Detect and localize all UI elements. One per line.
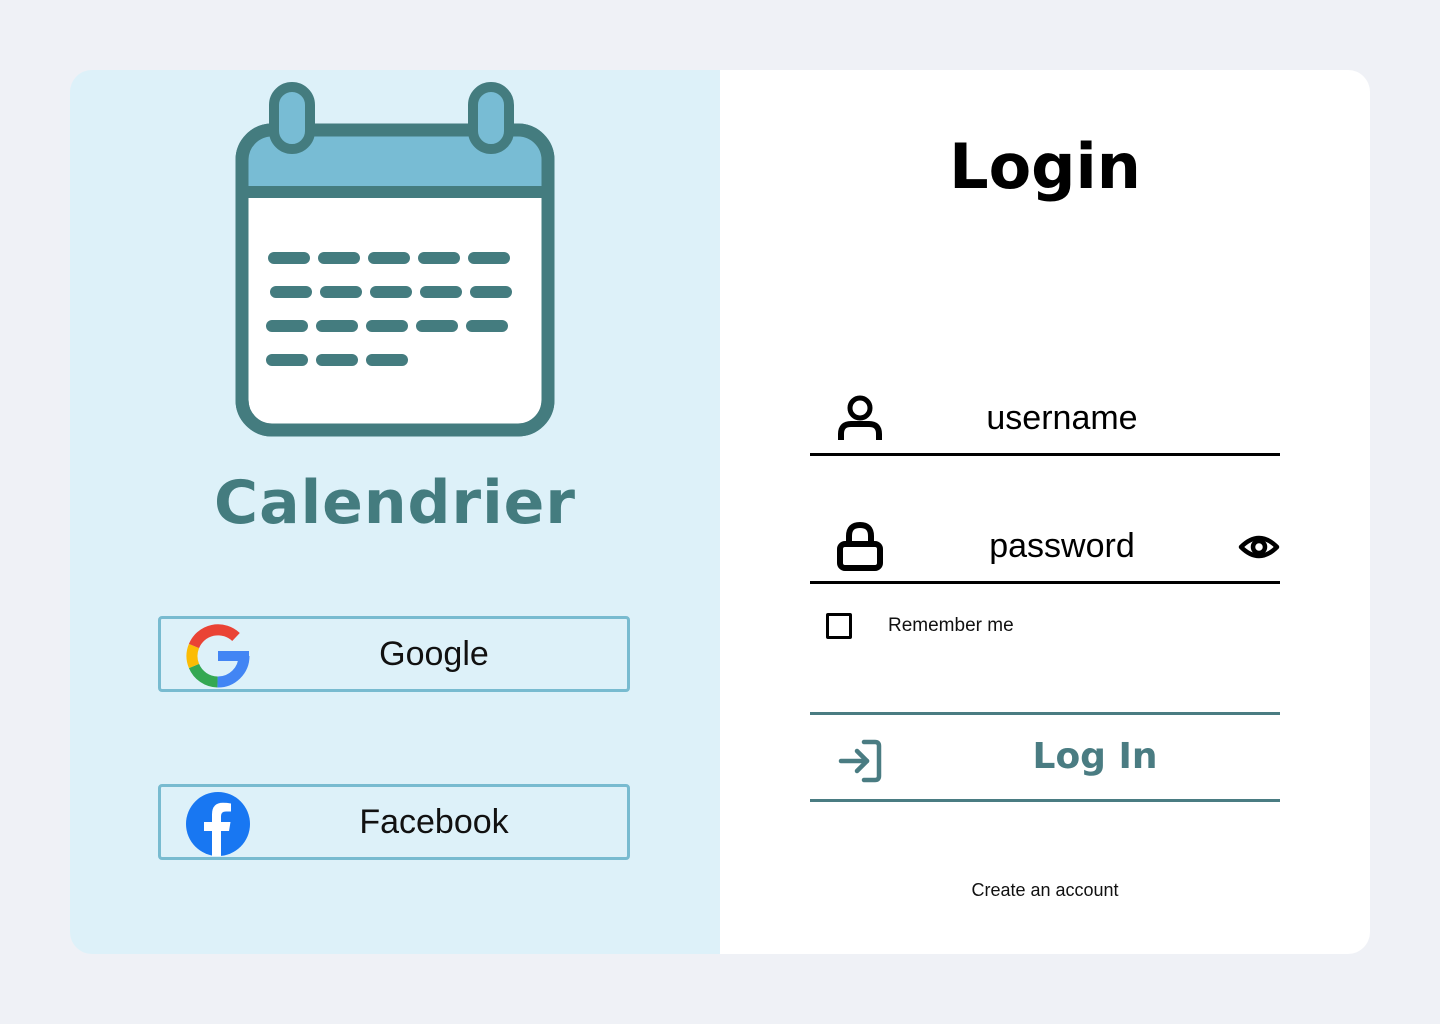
lock-icon (837, 522, 883, 571)
eye-icon[interactable] (1238, 526, 1280, 568)
google-login-button[interactable]: Google (158, 616, 630, 692)
login-card: Calendrier Google Facebook Login usernam… (70, 70, 1370, 954)
facebook-button-label: Facebook (359, 803, 509, 841)
remember-me-checkbox[interactable] (826, 613, 852, 639)
username-field (810, 376, 1280, 456)
password-input[interactable] (910, 520, 1214, 572)
google-button-label: Google (379, 635, 489, 673)
remember-me: Remember me (826, 610, 1014, 642)
login-panel: Login Remember me (720, 70, 1370, 954)
calendar-icon (235, 82, 555, 437)
username-input[interactable] (910, 392, 1214, 444)
user-icon (838, 395, 882, 440)
brand-name: Calendrier (214, 468, 576, 538)
page-title: Login (949, 130, 1141, 203)
facebook-login-button[interactable]: Facebook (158, 784, 630, 860)
log-in-button[interactable]: Log In (810, 712, 1280, 802)
log-in-button-label: Log In (1032, 736, 1158, 777)
sign-in-icon (838, 739, 882, 783)
remember-me-label: Remember me (888, 615, 1014, 636)
password-field (810, 504, 1280, 584)
brand-panel: Calendrier Google Facebook (70, 70, 720, 954)
create-account-link[interactable]: Create an account (720, 880, 1370, 901)
